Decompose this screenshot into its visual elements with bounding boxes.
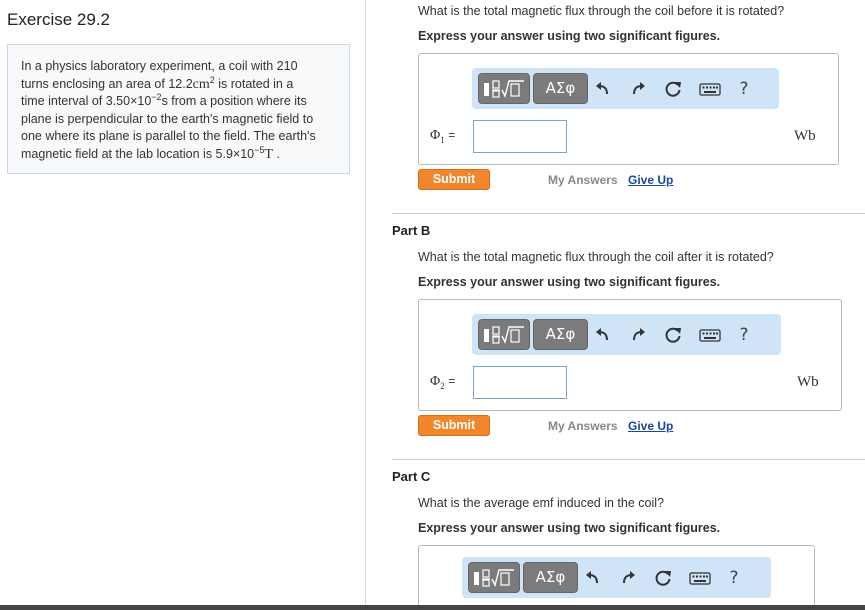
part-b-instruction: Express your answer using two significan… <box>418 275 721 289</box>
undo-icon[interactable] <box>593 325 613 345</box>
submit-button[interactable]: Submit <box>418 415 490 436</box>
part-c-title: Part C <box>392 469 431 484</box>
keyboard-icon[interactable] <box>698 79 722 99</box>
answer-input[interactable] <box>473 120 567 153</box>
symbols-button[interactable]: ΑΣφ <box>533 319 588 350</box>
symbols-button[interactable]: ΑΣφ <box>533 73 588 104</box>
give-up-link[interactable]: Give Up <box>628 173 673 187</box>
part-c-instruction: Express your answer using two significan… <box>418 521 721 535</box>
redo-icon[interactable] <box>628 325 648 345</box>
keyboard-icon[interactable] <box>698 325 722 345</box>
problem-statement: In a physics laboratory experiment, a co… <box>7 44 350 174</box>
reset-icon[interactable] <box>653 568 673 588</box>
part-b-title: Part B <box>392 223 431 238</box>
undo-icon[interactable] <box>583 568 603 588</box>
math-toolbar: ΑΣφ ? <box>472 314 781 355</box>
math-toolbar: ΑΣφ ? <box>462 557 771 598</box>
divider <box>392 213 865 214</box>
window-bottom-edge <box>0 605 865 610</box>
help-button[interactable]: ? <box>724 568 744 588</box>
submit-button[interactable]: Submit <box>418 169 490 190</box>
undo-icon[interactable] <box>593 79 613 99</box>
templates-button[interactable] <box>478 73 530 104</box>
templates-button[interactable] <box>468 562 520 593</box>
math-toolbar: ΑΣφ ? <box>472 68 779 109</box>
help-button[interactable]: ? <box>734 79 754 99</box>
unit-label: Wb <box>794 128 816 144</box>
answer-input[interactable] <box>473 366 567 399</box>
give-up-link[interactable]: Give Up <box>628 419 673 433</box>
part-a-question: What is the total magnetic flux through … <box>418 4 785 18</box>
keyboard-icon[interactable] <box>688 568 712 588</box>
help-button[interactable]: ? <box>734 325 754 345</box>
divider <box>392 459 865 460</box>
part-a-instruction: Express your answer using two significan… <box>418 29 721 43</box>
part-b-answer-box: ΑΣφ ? Φ2 = Wb <box>418 299 842 411</box>
part-c-answer-box: ΑΣφ ? <box>418 545 815 607</box>
redo-icon[interactable] <box>628 79 648 99</box>
my-answers-link[interactable]: My Answers <box>548 419 618 433</box>
exercise-title: Exercise 29.2 <box>7 10 110 29</box>
my-answers-link[interactable]: My Answers <box>548 173 618 187</box>
part-b-question: What is the total magnetic flux through … <box>418 250 774 264</box>
part-c-question: What is the average emf induced in the c… <box>418 496 664 510</box>
unit-label: Wb <box>797 374 819 390</box>
variable-label: Φ1 = <box>430 128 456 145</box>
templates-sqrt-icon <box>474 569 514 587</box>
redo-icon[interactable] <box>618 568 638 588</box>
templates-sqrt-icon <box>484 326 524 344</box>
templates-sqrt-icon <box>484 80 524 98</box>
variable-label: Φ2 = <box>430 374 456 391</box>
problem-pane: Exercise 29.2 In a physics laboratory ex… <box>0 0 366 605</box>
reset-icon[interactable] <box>663 79 683 99</box>
part-a-answer-box: ΑΣφ ? Φ1 = Wb <box>418 53 839 165</box>
symbols-button[interactable]: ΑΣφ <box>523 562 578 593</box>
templates-button[interactable] <box>478 319 530 350</box>
reset-icon[interactable] <box>663 325 683 345</box>
